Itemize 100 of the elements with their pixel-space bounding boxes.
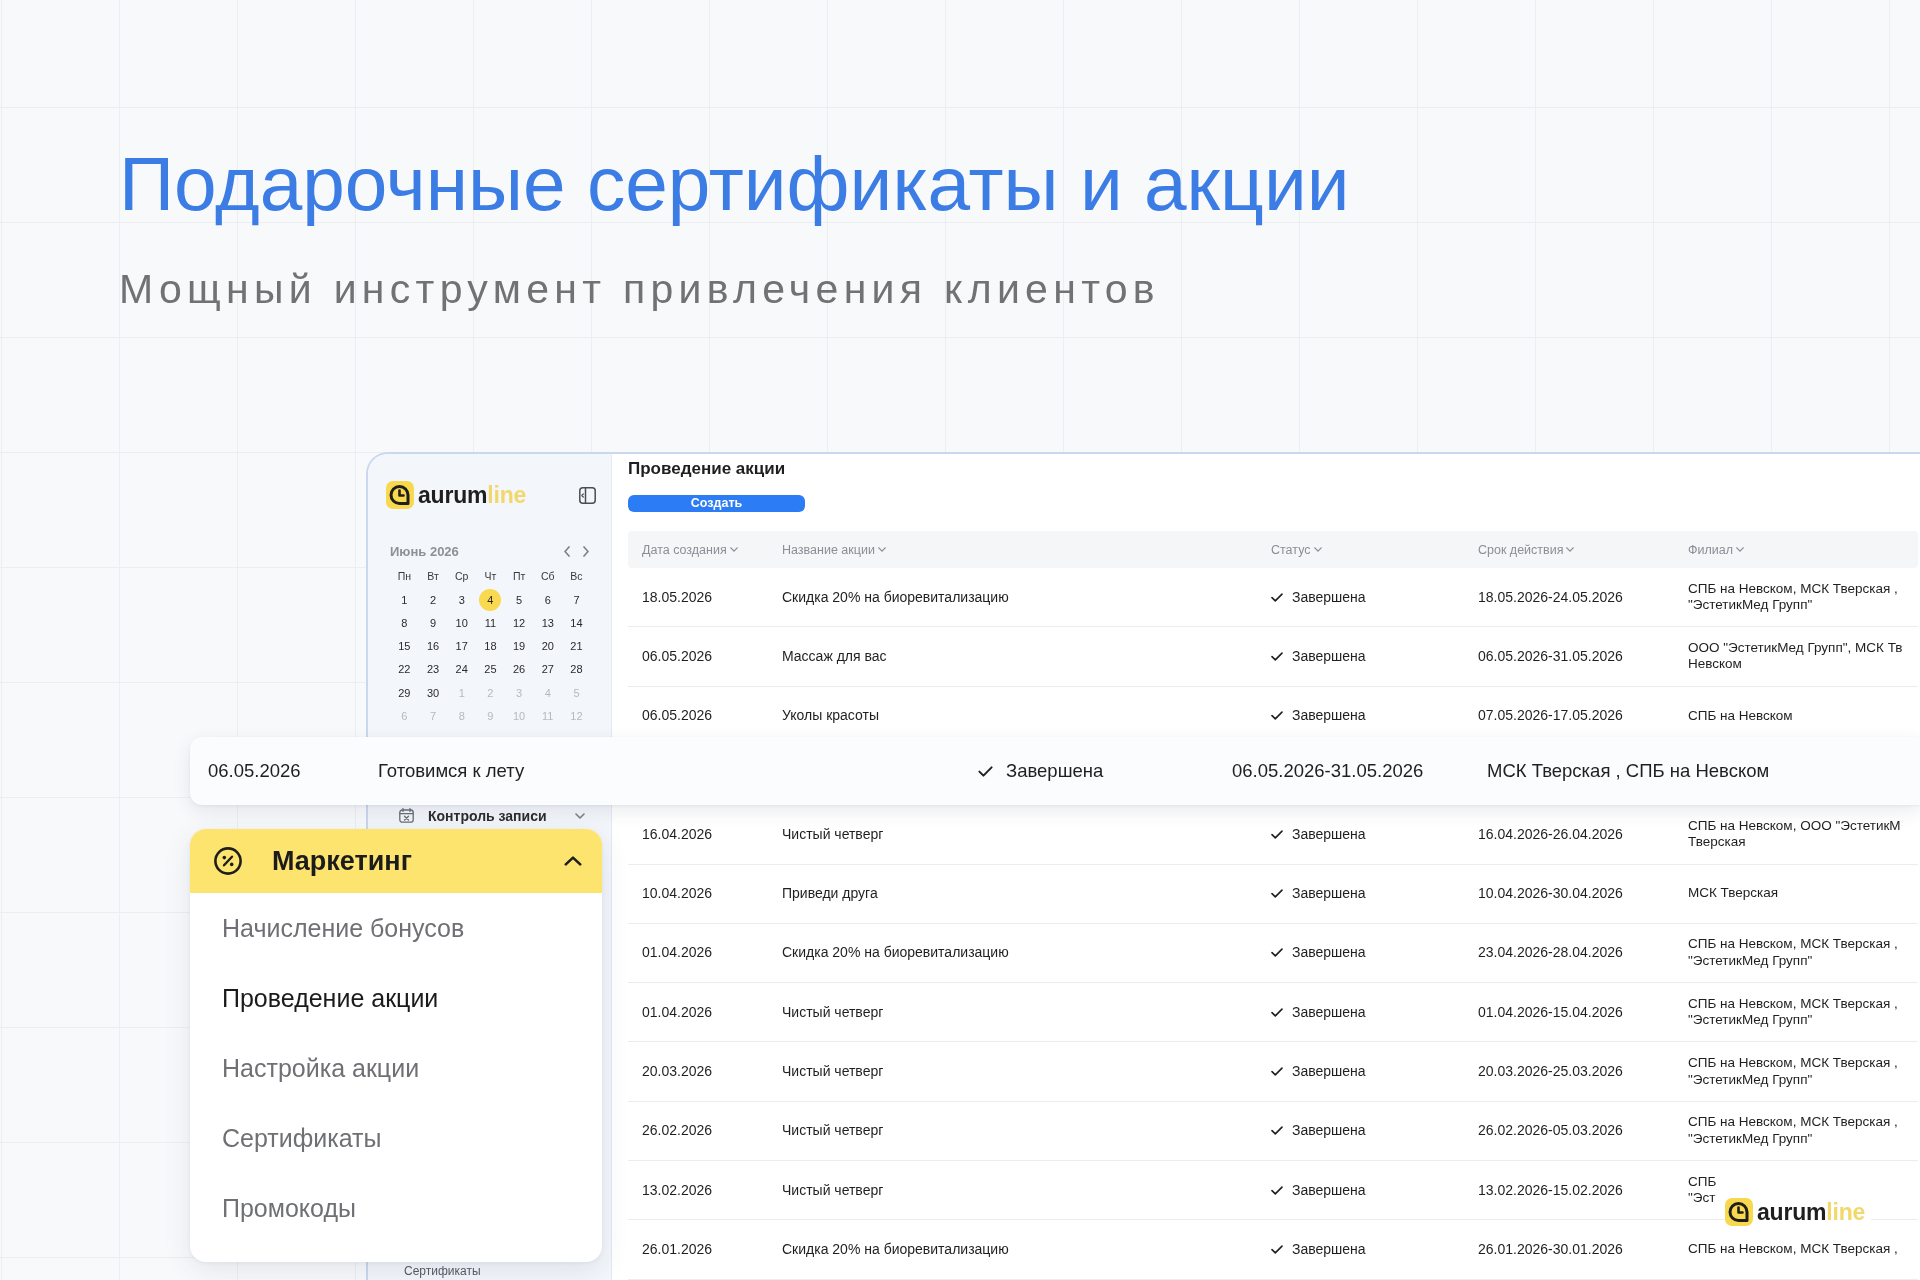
table-cell: Чистый четверг: [782, 1003, 884, 1021]
weekday-label: Вт: [427, 570, 439, 583]
status-label: Завершена: [1292, 944, 1366, 962]
panel-icon[interactable]: [579, 486, 596, 504]
status-label: Завершена: [1006, 760, 1104, 782]
table-cell: Уколы красоты: [782, 707, 879, 725]
weekday-label: Пт: [512, 570, 526, 583]
table-cell: 16.04.2026: [642, 825, 713, 843]
calendar-day[interactable]: 29: [393, 681, 416, 704]
table-cell: Чистый четверг: [782, 1122, 884, 1140]
table-cell: 16.04.2026-26.04.2026: [1478, 825, 1623, 843]
calendar-icon: [399, 808, 414, 824]
check-icon: [1271, 711, 1283, 721]
table-cell: 01.04.2026: [642, 1003, 713, 1021]
calendar-day[interactable]: 21: [565, 635, 588, 658]
sidebar-subitem[interactable]: Сертификаты: [404, 1263, 481, 1278]
weekday-label: Ср: [455, 570, 469, 583]
calendar-day[interactable]: 24: [450, 658, 473, 681]
table-cell: 26.02.2026: [642, 1122, 713, 1140]
table-cell: 13.02.2026-15.02.2026: [1478, 1181, 1623, 1199]
table-cell: Готовимся к лету: [378, 760, 525, 782]
clock-logo-icon: [1725, 1198, 1753, 1226]
table-cell: 20.03.2026: [642, 1063, 713, 1081]
calendar-day[interactable]: 30: [422, 681, 445, 704]
create-button[interactable]: Создать: [628, 494, 805, 513]
calendar-day[interactable]: 22: [393, 658, 416, 681]
sidebar-menu-item[interactable]: Контроль записи: [399, 807, 585, 824]
table-cell: СПБ на Невском, МСК Тверская ,: [1688, 1241, 1898, 1258]
clock-logo-icon: [386, 481, 414, 510]
weekday-label: Сб: [540, 570, 555, 583]
calendar-day[interactable]: 25: [479, 658, 502, 681]
calendar-day[interactable]: 1: [393, 588, 416, 611]
calendar-day[interactable]: 27: [536, 658, 559, 681]
calendar-day[interactable]: 5: [508, 588, 531, 611]
table-cell: 13.02.2026: [642, 1181, 713, 1199]
check-icon: [1271, 1126, 1283, 1136]
calendar-day[interactable]: 26: [508, 658, 531, 681]
page-title: Проведение акции: [628, 458, 786, 479]
table-cell: 01.04.2026-15.04.2026: [1478, 1003, 1623, 1021]
table-cell: 10.04.2026: [642, 885, 713, 903]
calendar-day[interactable]: 3: [450, 588, 473, 611]
check-icon: [1271, 948, 1283, 958]
calendar-day[interactable]: 17: [450, 635, 473, 658]
menu-item[interactable]: Начисление бонусов: [190, 893, 465, 963]
calendar-day[interactable]: 6: [536, 588, 559, 611]
weekday-label: Чт: [484, 570, 497, 583]
table-cell: Скидка 20% на биоревитализацию: [782, 944, 1009, 962]
calendar-day[interactable]: 28: [565, 658, 588, 681]
table-cell: Чистый четверг: [782, 825, 884, 843]
check-icon: [1271, 1007, 1283, 1017]
check-icon: [978, 765, 993, 777]
menu-item[interactable]: Проведение акции: [190, 963, 439, 1033]
calendar-day[interactable]: 14: [565, 611, 588, 634]
table-cell: 10.04.2026-30.04.2026: [1478, 885, 1623, 903]
calendar-day[interactable]: 19: [508, 635, 531, 658]
table-cell: СПБ на Невском, МСК Тверская , "ЭстетикМед Групп": [1688, 580, 1898, 614]
table-cell: Чистый четверг: [782, 1181, 884, 1199]
table-cell: 18.05.2026: [642, 588, 713, 606]
table-cell: СПБ на Невском, МСК Тверская , "ЭстетикМед Групп": [1688, 936, 1898, 970]
calendar-day[interactable]: 2: [422, 588, 445, 611]
calendar-day[interactable]: 9: [422, 611, 445, 634]
table-cell: ООО "ЭстетикМед Групп", МСК Тв Невском: [1688, 639, 1903, 673]
check-icon: [1271, 1067, 1283, 1077]
calendar-day[interactable]: 23: [422, 658, 445, 681]
calendar-day[interactable]: 10: [450, 611, 473, 634]
percent-icon: [214, 847, 242, 875]
table-cell: 26.02.2026-05.03.2026: [1478, 1122, 1623, 1140]
weekday-label: Вс: [570, 570, 583, 583]
calendar-day[interactable]: 13: [536, 611, 559, 634]
table-cell: Скидка 20% на биоревитализацию: [782, 1240, 1009, 1258]
check-icon: [1271, 592, 1283, 602]
check-icon: [1271, 889, 1283, 899]
menu-item[interactable]: Промокоды: [190, 1173, 356, 1243]
check-icon: [1271, 651, 1283, 661]
calendar-day[interactable]: 20: [536, 635, 559, 658]
table-cell: 23.04.2026-28.04.2026: [1478, 944, 1623, 962]
status-label: Завершена: [1292, 1003, 1366, 1021]
calendar-day[interactable]: 7: [565, 588, 588, 611]
table-cell: 06.05.2026-31.05.2026: [1478, 647, 1623, 665]
calendar-day[interactable]: 18: [479, 635, 502, 658]
table-cell: СПБ на Невском, МСК Тверская , "ЭстетикМед Групп": [1688, 995, 1898, 1029]
menu-item[interactable]: Сертификаты: [190, 1103, 382, 1173]
table-cell: СПБ на Невском, МСК Тверская , "ЭстетикМед Групп": [1688, 1114, 1898, 1148]
calendar-day[interactable]: 15: [393, 635, 416, 658]
chevron-left-icon[interactable]: [564, 546, 570, 558]
calendar-day[interactable]: 16: [422, 635, 445, 658]
calendar-day[interactable]: 11: [479, 611, 502, 634]
status-label: Завершена: [1292, 707, 1366, 725]
table-cell: Чистый четверг: [782, 1063, 884, 1081]
calendar-day[interactable]: 12: [508, 611, 531, 634]
chevron-right-icon[interactable]: [583, 546, 589, 558]
table-cell: 26.01.2026: [642, 1240, 713, 1258]
status-label: Завершена: [1292, 1240, 1366, 1258]
status-label: Завершена: [1292, 1181, 1366, 1199]
calendar-day[interactable]: 8: [393, 611, 416, 634]
status-label: Завершена: [1292, 1122, 1366, 1140]
table-cell: 07.05.2026-17.05.2026: [1478, 707, 1623, 725]
calendar-day[interactable]: 4: [479, 588, 502, 611]
menu-header[interactable]: Маркетинг: [190, 829, 602, 893]
menu-item[interactable]: Настройка акции: [190, 1033, 420, 1103]
